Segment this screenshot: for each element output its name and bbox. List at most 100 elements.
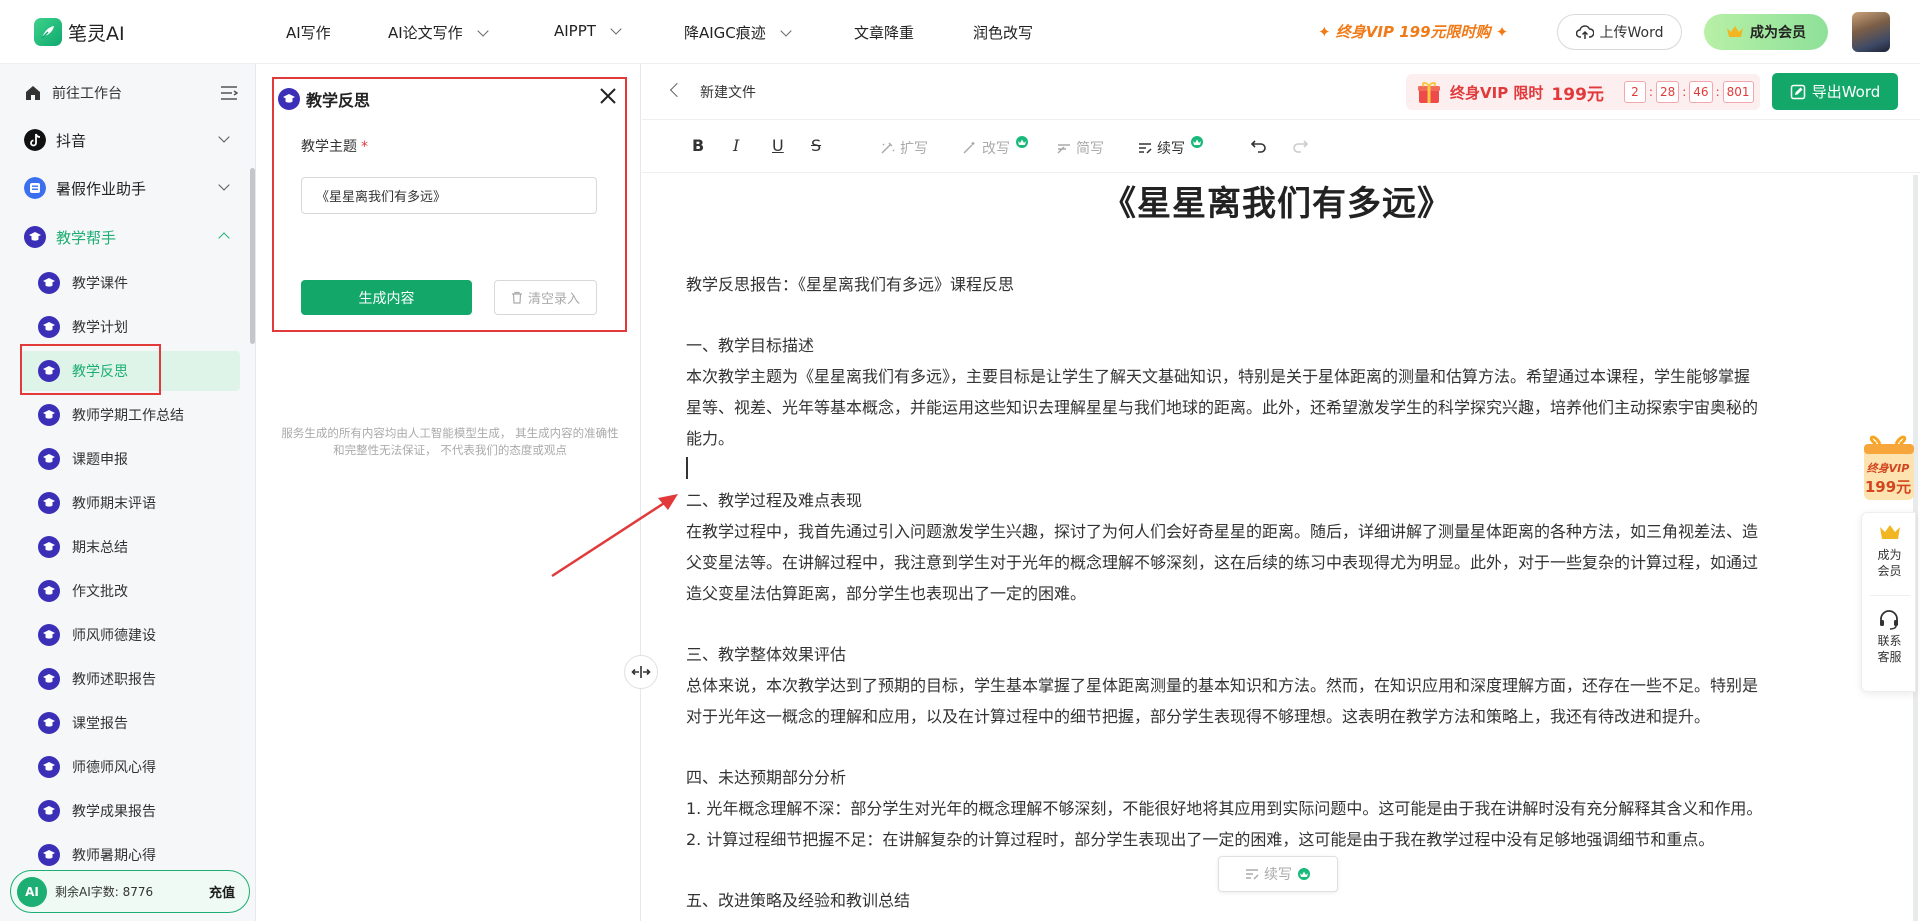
expand-button[interactable]: 扩写 — [880, 138, 928, 158]
contact-service-link[interactable]: 联系客服 — [1862, 633, 1917, 665]
sidebar-item[interactable]: 期末总结 — [20, 527, 240, 567]
member-label: 成为会员 — [1750, 25, 1806, 41]
sidebar-item[interactable]: 师德师风心得 — [20, 747, 240, 787]
doc-paragraph[interactable]: 教学反思报告：《星星离我们有多远》课程反思 — [686, 270, 1866, 301]
vip-promo[interactable]: ✦ 终身VIP 199元限时购 ✦ — [1318, 21, 1508, 42]
sidebar-section-teaching-helper[interactable]: 教学帮手 — [24, 222, 234, 252]
sidebar-item[interactable]: 师风师德建设 — [20, 615, 240, 655]
sidebar-item[interactable]: 教学课件 — [20, 263, 240, 303]
nav-label: 润色改写 — [973, 24, 1034, 42]
sidebar-item-label: 教学计划 — [72, 320, 128, 336]
float-write-label: 续写 — [1264, 867, 1292, 883]
sidebar-item[interactable]: 教学成果报告 — [20, 791, 240, 831]
cloud-upload-icon — [1575, 25, 1594, 39]
topic-input[interactable] — [301, 177, 597, 214]
sidebar-item[interactable]: 教学计划 — [20, 307, 240, 347]
doc-paragraph[interactable]: 星等、视差、光年等基本概念，并能运用这些知识去理解星星与我们地球的距离。此外，还… — [686, 393, 1866, 424]
recharge-button[interactable]: 充值 — [209, 882, 235, 901]
shorten-icon — [1057, 144, 1070, 154]
section-label: 暑假作业助手 — [56, 179, 147, 198]
sidebar-section-douyin[interactable]: 抖音 — [24, 125, 234, 155]
become-member-link[interactable]: 成为会员 — [1862, 547, 1917, 579]
doc-paragraph[interactable]: 本次教学主题为《星星离我们有多远》，主要目标是让学生了解天文基础知识，特别是关于… — [686, 362, 1866, 393]
nav-ai-paper[interactable]: AI论文写作 — [388, 22, 489, 43]
sidebar-item[interactable]: 课堂报告 — [20, 703, 240, 743]
sidebar-item[interactable]: 教师期末评语 — [20, 483, 240, 523]
continue-button[interactable]: 续写 — [1137, 136, 1205, 158]
graduation-cap-icon — [38, 536, 60, 558]
nav-ai-writing[interactable]: AI写作 — [286, 22, 331, 43]
sidebar-item-label: 课堂报告 — [72, 716, 128, 732]
nav-aippt[interactable]: AIPPT — [554, 22, 622, 40]
form-title: 教学反思 — [278, 87, 370, 111]
sidebar-item-label: 师风师德建设 — [72, 628, 156, 644]
nav-polish[interactable]: 润色改写 — [973, 22, 1033, 43]
underline-button[interactable]: U — [772, 136, 784, 155]
doc-paragraph[interactable]: 在教学过程中，我首先通过引入问题激发学生兴趣，探讨了为何人们会好奇星星的距离。随… — [686, 517, 1866, 548]
generate-label: 生成内容 — [358, 289, 415, 306]
list-menu-icon[interactable] — [220, 86, 238, 100]
doc-heading[interactable]: 三、教学整体效果评估 — [686, 640, 1866, 671]
doc-heading[interactable]: 一、教学目标描述 — [686, 331, 1866, 362]
vip-float-badge[interactable]: 终身VIP 199元 — [1860, 430, 1916, 502]
promo-text: 终身VIP 199元限时购 — [1335, 23, 1491, 41]
doc-paragraph[interactable]: 2. 计算过程细节把握不足：在讲解复杂的计算过程时，部分学生表现出了一定的困难，… — [686, 825, 1866, 856]
sidebar-item[interactable]: 教师暑期心得 — [20, 835, 240, 875]
strikethrough-button[interactable]: S — [811, 136, 821, 155]
sidebar-item[interactable]: 教师述职报告 — [20, 659, 240, 699]
italic-button[interactable]: I — [733, 136, 739, 155]
avatar[interactable] — [1852, 12, 1890, 52]
sidebar-item[interactable]: 教师学期工作总结 — [20, 395, 240, 435]
sidebar-item-label: 作文批改 — [72, 584, 128, 600]
editor-toolbar — [642, 121, 1920, 173]
graduation-cap-icon — [38, 404, 60, 426]
strike-label: S — [811, 136, 822, 155]
redo-icon[interactable] — [1291, 137, 1309, 153]
magic-wand-icon — [963, 142, 975, 154]
trash-icon — [511, 291, 522, 304]
doc-paragraph[interactable]: 造父变星法估算距离，部分学生也表现出了一定的困难。 — [686, 579, 1866, 610]
logo[interactable]: 笔灵AI — [34, 18, 125, 46]
become-member-button[interactable]: 成为会员 — [1704, 14, 1828, 50]
rewrite-button[interactable]: 改写 — [962, 136, 1030, 158]
sidebar-item-label: 期末总结 — [72, 540, 128, 556]
doc-paragraph[interactable]: 对于光年这一概念的理解和应用，以及在计算过程中的细节把握，部分学生表现得不够理想… — [686, 702, 1866, 733]
doc-heading[interactable]: 二、教学过程及难点表现 — [686, 486, 1866, 517]
bold-button[interactable]: B — [692, 136, 704, 155]
underline-label: U — [772, 136, 784, 155]
doc-paragraph[interactable]: 父变星法等。在讲解过程中，我注意到学生对于光年的概念理解不够深刻，这在后续的练习… — [686, 548, 1866, 579]
countdown-timer: 2: 28: 46: 801 — [1623, 81, 1754, 103]
clear-input-button[interactable]: 清空录入 — [494, 280, 597, 315]
undo-icon[interactable] — [1250, 137, 1268, 153]
floating-continue-button[interactable]: 续写 — [1218, 856, 1338, 892]
resize-handle[interactable] — [624, 655, 658, 689]
document-title[interactable]: 《星星离我们有多远》 — [642, 176, 1912, 225]
nav-reduce-aigc[interactable]: 降AIGC痕迹 — [684, 22, 792, 43]
generate-button[interactable]: 生成内容 — [301, 280, 472, 315]
shorten-button[interactable]: 简写 — [1056, 138, 1104, 158]
doc-heading[interactable]: 四、未达预期部分分析 — [686, 763, 1866, 794]
vip-countdown-banner[interactable]: 终身VIP 限时 199元 2: 28: 46: 801 — [1406, 74, 1760, 110]
ai-credits-bar: AI 剩余AI字数: 8776 充值 — [10, 870, 250, 913]
nav-label: AIPPT — [554, 22, 596, 40]
sidebar-item[interactable]: 作文批改 — [20, 571, 240, 611]
doc-paragraph[interactable]: 能力。 — [686, 424, 1866, 455]
crown-icon — [1191, 136, 1203, 148]
crown-icon — [1016, 136, 1028, 148]
graduation-cap-icon — [38, 448, 60, 470]
required-mark: * — [361, 139, 368, 155]
doc-paragraph[interactable]: 1. 光年概念理解不深：部分学生对光年的概念理解不够深刻，不能很好地将其应用到实… — [686, 794, 1866, 825]
text-caret — [686, 457, 688, 479]
goto-workspace[interactable]: 前往工作台 — [24, 78, 238, 108]
sidebar-scrollbar[interactable] — [250, 168, 255, 344]
graduation-cap-icon — [38, 272, 60, 294]
export-word-button[interactable]: 导出Word — [1772, 73, 1898, 110]
export-label: 导出Word — [1811, 83, 1881, 101]
upload-word-button[interactable]: 上传Word — [1557, 14, 1682, 50]
sidebar-item[interactable]: 课题申报 — [20, 439, 240, 479]
file-name[interactable]: 新建文件 — [700, 82, 756, 102]
doc-paragraph[interactable]: 总体来说，本次教学达到了预期的目标，学生基本掌握了星体距离测量的基本知识和方法。… — [686, 671, 1866, 702]
nav-dedup[interactable]: 文章降重 — [854, 22, 914, 43]
close-icon[interactable] — [598, 86, 618, 106]
sidebar-section-summer-homework[interactable]: 暑假作业助手 — [24, 173, 234, 203]
